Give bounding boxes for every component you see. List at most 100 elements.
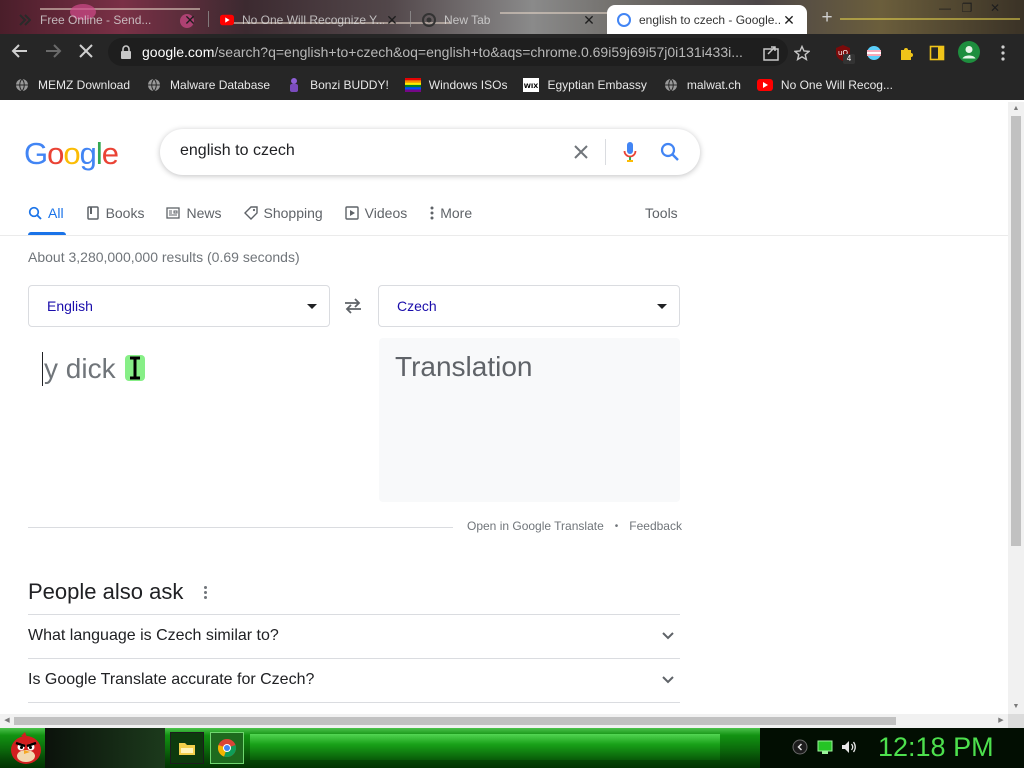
stop-loading-icon[interactable] bbox=[76, 42, 96, 62]
microphone-icon[interactable] bbox=[619, 141, 641, 163]
address-bar[interactable]: google.com/search?q=english+to+czech&oq=… bbox=[108, 38, 788, 66]
url-path: /search?q=english+to+czech&oq=english+to… bbox=[214, 44, 743, 60]
scroll-up-arrow-icon[interactable]: ▲ bbox=[1008, 102, 1024, 116]
new-tab-button[interactable]: + bbox=[816, 7, 838, 29]
show-hidden-icons-icon[interactable] bbox=[792, 739, 808, 755]
tab-news[interactable]: News bbox=[166, 202, 222, 224]
scrollbar-corner bbox=[1008, 714, 1024, 728]
svg-text:WIX: WIX bbox=[524, 82, 539, 90]
tab-shopping[interactable]: Shopping bbox=[243, 202, 323, 224]
bookmark-label: Windows ISOs bbox=[428, 78, 508, 92]
more-options-icon[interactable] bbox=[198, 582, 212, 602]
scroll-down-arrow-icon[interactable]: ▼ bbox=[1008, 700, 1024, 714]
close-icon[interactable]: ✕ bbox=[781, 12, 797, 28]
search-input[interactable] bbox=[180, 142, 387, 160]
tab-4-active[interactable]: english to czech - Google... ✕ bbox=[607, 5, 807, 34]
paa-question-text: What language is Czech similar to? bbox=[28, 627, 279, 644]
tab-1[interactable]: Free Online - Send... ✕ bbox=[8, 5, 208, 34]
tab-2[interactable]: No One Will Recognize Y... ✕ bbox=[210, 5, 410, 34]
tab-label: More bbox=[440, 205, 473, 221]
scroll-thumb[interactable] bbox=[1011, 116, 1021, 546]
target-language-select[interactable]: Czech bbox=[378, 285, 680, 327]
tab-more[interactable]: More bbox=[429, 202, 472, 224]
bookmark-bonzi-buddy[interactable]: Bonzi BUDDY! bbox=[286, 77, 389, 93]
paa-heading: People also ask bbox=[28, 579, 184, 604]
source-text: y dick bbox=[44, 353, 116, 384]
bookmark-egyptian-embassy[interactable]: WIX Egyptian Embassy bbox=[523, 77, 647, 93]
taskbar-panel bbox=[45, 728, 165, 768]
book-icon bbox=[86, 206, 100, 220]
horizontal-scrollbar[interactable]: ◀ ▶ bbox=[0, 714, 1008, 728]
window-close-button[interactable]: ✕ bbox=[984, 1, 1006, 15]
taskbar-clock[interactable]: 12:18 PM bbox=[878, 732, 994, 763]
swap-languages-icon[interactable] bbox=[342, 295, 364, 317]
dropdown-caret-icon bbox=[307, 304, 317, 309]
scroll-thumb[interactable] bbox=[14, 717, 896, 725]
tab-3[interactable]: New Tab ✕ bbox=[412, 5, 607, 34]
open-in-translate-link[interactable]: Open in Google Translate bbox=[467, 519, 604, 533]
restore-button[interactable]: ❐ bbox=[956, 1, 978, 15]
paa-question[interactable]: Is Google Translate accurate for Czech? bbox=[28, 660, 680, 700]
back-arrow-icon[interactable] bbox=[10, 42, 30, 62]
browser-toolbar: google.com/search?q=english+to+czech&oq=… bbox=[0, 34, 1024, 70]
chevron-down-icon bbox=[660, 672, 676, 688]
google-logo[interactable]: Google bbox=[24, 136, 119, 172]
tab-all[interactable]: All bbox=[28, 202, 64, 224]
bookmark-windows-isos[interactable]: Windows ISOs bbox=[404, 77, 508, 93]
taskbar-file-explorer[interactable] bbox=[170, 732, 204, 764]
volume-icon[interactable] bbox=[841, 739, 857, 755]
bookmark-malware-database[interactable]: Malware Database bbox=[146, 77, 270, 93]
forward-arrow-icon[interactable] bbox=[43, 42, 63, 62]
scroll-left-arrow-icon[interactable]: ◀ bbox=[0, 714, 14, 728]
link-separator: • bbox=[614, 520, 619, 532]
bookmarks-bar: MEMZ Download Malware Database Bonzi BUD… bbox=[0, 70, 1024, 100]
paa-divider bbox=[28, 702, 680, 703]
close-icon[interactable]: ✕ bbox=[384, 12, 400, 28]
tab-books[interactable]: Books bbox=[86, 202, 144, 224]
search-icon[interactable] bbox=[659, 141, 681, 163]
logo-letter: G bbox=[24, 136, 48, 171]
share-icon[interactable] bbox=[762, 44, 780, 62]
wix-icon: WIX bbox=[523, 77, 540, 93]
tag-icon bbox=[243, 206, 258, 220]
tab-strip: Free Online - Send... ✕ No One Will Reco… bbox=[0, 0, 1024, 34]
scroll-right-arrow-icon[interactable]: ▶ bbox=[994, 714, 1008, 728]
flag-extension-icon[interactable] bbox=[865, 44, 883, 62]
bookmark-star-icon[interactable] bbox=[793, 44, 811, 62]
divider bbox=[605, 139, 606, 165]
source-text-area[interactable]: y dick bbox=[28, 338, 328, 502]
side-panel-icon[interactable] bbox=[928, 44, 946, 62]
bookmark-youtube-video[interactable]: No One Will Recog... bbox=[756, 77, 893, 93]
tab-label: Videos bbox=[364, 205, 408, 221]
vertical-scrollbar[interactable]: ▲ ▼ bbox=[1008, 102, 1024, 714]
bookmark-memz[interactable]: MEMZ Download bbox=[14, 77, 130, 93]
start-button[interactable] bbox=[6, 729, 46, 767]
paa-divider bbox=[28, 614, 680, 615]
source-language: English bbox=[47, 298, 93, 314]
target-language: Czech bbox=[397, 298, 437, 314]
paa-question[interactable]: What language is Czech similar to? bbox=[28, 616, 680, 656]
puzzle-icon[interactable] bbox=[897, 44, 915, 62]
taskbar-chrome[interactable] bbox=[210, 732, 244, 764]
clear-icon[interactable] bbox=[570, 141, 592, 163]
search-tabs: All Books News Shopping Videos More bbox=[28, 202, 494, 236]
bookmark-label: MEMZ Download bbox=[38, 78, 131, 92]
close-icon[interactable]: ✕ bbox=[182, 12, 198, 28]
logo-letter: o bbox=[47, 136, 64, 171]
source-language-select[interactable]: English bbox=[28, 285, 330, 327]
profile-avatar[interactable] bbox=[958, 41, 980, 63]
lock-icon[interactable] bbox=[120, 45, 134, 59]
chevron-down-icon bbox=[660, 628, 676, 644]
network-icon[interactable] bbox=[817, 739, 833, 755]
feedback-link[interactable]: Feedback bbox=[629, 519, 682, 533]
text-caret bbox=[42, 352, 43, 386]
url-text: google.com/search?q=english+to+czech&oq=… bbox=[142, 44, 788, 60]
minimize-button[interactable]: — bbox=[934, 1, 956, 15]
bookmark-label: Bonzi BUDDY! bbox=[310, 78, 389, 92]
bookmark-malwatch[interactable]: malwat.ch bbox=[663, 77, 741, 93]
kebab-menu-icon[interactable] bbox=[994, 44, 1012, 62]
search-icon bbox=[28, 206, 42, 220]
tools-button[interactable]: Tools bbox=[645, 205, 678, 221]
close-icon[interactable]: ✕ bbox=[581, 12, 597, 28]
tab-videos[interactable]: Videos bbox=[344, 202, 408, 224]
